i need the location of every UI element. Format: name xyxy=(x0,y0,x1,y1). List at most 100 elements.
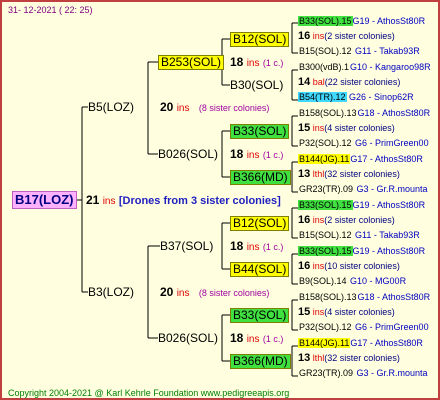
g2-ins: ins xyxy=(246,334,260,345)
g2-info-3: 18 ins (1 c.) xyxy=(230,239,283,255)
leaf-id[interactable]: B15(SOL).12 xyxy=(298,230,353,240)
leaf-line-1: B158(SOL).13G18 - AthosSt80R xyxy=(298,108,430,119)
root-info: 21 ins [Drones from 3 sister colonies] xyxy=(86,193,281,209)
leaf-line-2: 16 ins(2 sister colonies) xyxy=(298,31,395,42)
leaf-ref: G3 - Gr.R.mounta xyxy=(356,368,428,378)
g3-node-1[interactable]: B12(SOL) xyxy=(230,32,290,47)
leaf-id[interactable]: B158(SOL).13 xyxy=(298,108,358,118)
g2-sis: (1 c.) xyxy=(262,150,284,160)
leaf-line-3: GR23(TR).09 G3 - Gr.R.mounta xyxy=(298,368,428,379)
leaf-line-1: B33(SOL).15G19 - AthosSt80R xyxy=(298,16,425,27)
g2-ins: ins xyxy=(246,242,260,253)
leaf-ref: G19 - AthosSt80R xyxy=(352,200,426,210)
leaf-num: 15 xyxy=(298,306,311,318)
leaf-ins: ins xyxy=(312,307,325,317)
leaf-line-3: B9(SOL).14 G10 - MG00R xyxy=(298,276,406,287)
g3-node-4[interactable]: B366(MD) xyxy=(230,170,291,185)
leaf-line-3: B15(SOL).12 G11 - Takab93R xyxy=(298,46,420,57)
mid-sis: (8 sister colonies) xyxy=(198,288,270,298)
g2-node-4[interactable]: B026(SOL) xyxy=(158,331,218,345)
leaf-id[interactable]: B33(SOL).15 xyxy=(298,16,353,26)
leaf-line-1: B144(JG).11G17 - AthosSt80R xyxy=(298,154,423,165)
leaf-num: 16 xyxy=(298,30,311,42)
mid-node-2[interactable]: B3(LOZ) xyxy=(88,285,134,299)
leaf-num: 14 xyxy=(298,76,311,88)
leaf-line-3: P32(SOL).12 G6 - PrimGreen00 xyxy=(298,322,429,333)
root-queen[interactable]: B17(LOZ) xyxy=(12,191,77,209)
g2-sis: (1 c.) xyxy=(262,334,284,344)
g2-node-2[interactable]: B026(SOL) xyxy=(158,147,218,161)
leaf-id[interactable]: B144(JG).11 xyxy=(298,154,351,164)
g2-info-2: 18 ins (1 c.) xyxy=(230,147,283,163)
leaf-ref: G10 - MG00R xyxy=(350,276,407,286)
leaf-num: 13 xyxy=(298,168,311,180)
g2-ins: ins xyxy=(246,58,260,69)
leaf-ref: G11 - Takab93R xyxy=(355,46,420,56)
g2-num: 18 xyxy=(230,239,244,253)
root-ins: ins xyxy=(102,196,116,207)
leaf-id[interactable]: P32(SOL).12 xyxy=(298,138,353,148)
g2-num: 18 xyxy=(230,147,244,161)
leaf-id[interactable]: B33(SOL).15 xyxy=(298,200,353,210)
g2-node-1[interactable]: B253(SOL) xyxy=(158,55,225,70)
leaf-line-2: 16 ins(10 sister colonies) xyxy=(298,261,400,272)
leaf-line-3: GR23(TR).09 G3 - Gr.R.mounta xyxy=(298,184,428,195)
leaf-line-1: B33(SOL).15G19 - AthosSt80R xyxy=(298,246,425,257)
g3-node-5[interactable]: B12(SOL) xyxy=(230,216,290,231)
g3-node-2[interactable]: B30(SOL) xyxy=(230,78,283,92)
root-num: 21 xyxy=(86,193,100,207)
leaf-id[interactable]: GR23(TR).09 xyxy=(298,184,354,194)
leaf-id[interactable]: B158(SOL).13 xyxy=(298,292,358,302)
g2-node-3[interactable]: B37(SOL) xyxy=(160,239,213,253)
leaf-num: 16 xyxy=(298,260,311,272)
leaf-line-2: 13 lthl(32 sister colonies) xyxy=(298,169,400,180)
g3-node-3[interactable]: B33(SOL) xyxy=(230,124,290,139)
leaf-ins: ins xyxy=(312,123,325,133)
leaf-line-2: 16 ins(2 sister colonies) xyxy=(298,215,395,226)
leaf-sis: (2 sister colonies) xyxy=(324,215,395,225)
mid-info-1: 20 ins (8 sister colonies) xyxy=(160,100,269,116)
g2-info-1: 18 ins (1 c.) xyxy=(230,55,283,71)
mid-node-1[interactable]: B5(LOZ) xyxy=(88,100,134,114)
leaf-ref: G11 - Takab93R xyxy=(355,230,420,240)
leaf-ref: G17 - AthosSt80R xyxy=(350,338,423,348)
leaf-ref: G18 - AthosSt80R xyxy=(357,292,431,302)
g3-node-7[interactable]: B33(SOL) xyxy=(230,308,290,323)
leaf-ref: G6 - PrimGreen00 xyxy=(355,322,429,332)
leaf-ins: lthl xyxy=(312,169,325,179)
leaf-id[interactable]: B300(vdB).1 xyxy=(298,62,350,72)
leaf-line-3: P32(SOL).12 G6 - PrimGreen00 xyxy=(298,138,429,149)
leaf-ins: bal xyxy=(312,77,325,87)
leaf-ref: G17 - AthosSt80R xyxy=(350,154,423,164)
leaf-line-2: 15 ins(4 sister colonies) xyxy=(298,307,395,318)
leaf-id[interactable]: P32(SOL).12 xyxy=(298,322,353,332)
leaf-sis: (4 sister colonies) xyxy=(324,123,395,133)
leaf-line-3: B54(TR).12 G26 - Sinop62R xyxy=(298,92,414,103)
g2-num: 18 xyxy=(230,55,244,69)
leaf-line-1: B33(SOL).15G19 - AthosSt80R xyxy=(298,200,425,211)
leaf-line-2: 14 bal(22 sister colonies) xyxy=(298,77,400,88)
leaf-ins: ins xyxy=(312,31,325,41)
leaf-ref: G19 - AthosSt80R xyxy=(352,246,426,256)
footer-copyright: Copyright 2004-2021 @ Karl Kehrle Founda… xyxy=(8,388,290,398)
leaf-id[interactable]: B33(SOL).15 xyxy=(298,246,353,256)
g2-sis: (1 c.) xyxy=(262,58,284,68)
leaf-ref: G19 - AthosSt80R xyxy=(352,16,426,26)
g3-node-6[interactable]: B44(SOL) xyxy=(230,262,290,277)
leaf-id[interactable]: B9(SOL).14 xyxy=(298,276,348,286)
leaf-line-1: B158(SOL).13G18 - AthosSt80R xyxy=(298,292,430,303)
mid-ins: ins xyxy=(176,288,190,299)
leaf-id[interactable]: B54(TR).12 xyxy=(298,92,347,102)
leaf-ref: G18 - AthosSt80R xyxy=(357,108,431,118)
leaf-id[interactable]: B15(SOL).12 xyxy=(298,46,353,56)
g2-num: 18 xyxy=(230,331,244,345)
leaf-sis: (22 sister colonies) xyxy=(324,77,401,87)
leaf-id[interactable]: B144(JG).11 xyxy=(298,338,351,348)
mid-ins: ins xyxy=(176,103,190,114)
leaf-line-1: B144(JG).11G17 - AthosSt80R xyxy=(298,338,423,349)
g3-node-8[interactable]: B366(MD) xyxy=(230,354,291,369)
leaf-sis: (32 sister colonies) xyxy=(324,169,400,179)
g2-sis: (1 c.) xyxy=(262,242,284,252)
leaf-id[interactable]: GR23(TR).09 xyxy=(298,368,354,378)
leaf-line-2: 15 ins(4 sister colonies) xyxy=(298,123,395,134)
